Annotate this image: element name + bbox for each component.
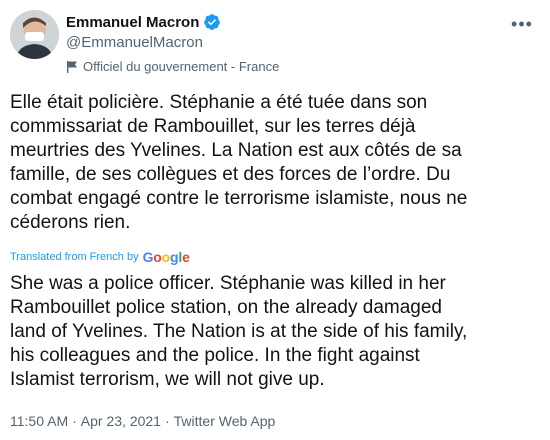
- google-logo: Google: [142, 249, 190, 265]
- tweet-translation: She was a police officer. Stéphanie was …: [10, 273, 468, 390]
- author-block: Emmanuel Macron @EmmanuelMacron Officiel…: [66, 12, 279, 75]
- meta-separator: ·: [164, 413, 170, 429]
- tweet-source[interactable]: Twitter Web App: [174, 413, 276, 429]
- translated-from-label: Translated from French by: [10, 251, 139, 263]
- flag-icon: [66, 60, 78, 73]
- meta-separator: ·: [72, 413, 77, 429]
- author-name[interactable]: Emmanuel Macron: [66, 14, 199, 31]
- tweet-text: Elle était policière. Stéphanie a été tu…: [10, 92, 468, 233]
- avatar[interactable]: [10, 10, 59, 59]
- verified-badge-icon: [203, 13, 221, 31]
- government-label[interactable]: Officiel du gouvernement - France: [66, 59, 279, 74]
- tweet-header: Emmanuel Macron @EmmanuelMacron Officiel…: [10, 10, 540, 74]
- tweet-meta: 11:50 AM · Apr 23, 2021 · Twitter Web App: [10, 413, 275, 429]
- government-label-text: Officiel du gouvernement - France: [83, 59, 280, 74]
- tweet-date[interactable]: Apr 23, 2021: [81, 413, 161, 429]
- more-options-icon[interactable]: •••: [508, 14, 536, 34]
- translation-attribution[interactable]: Translated from French by Google: [10, 249, 190, 265]
- tweet-time[interactable]: 11:50 AM: [10, 413, 68, 429]
- author-handle[interactable]: @EmmanuelMacron: [66, 34, 279, 51]
- avatar-image: [10, 10, 59, 59]
